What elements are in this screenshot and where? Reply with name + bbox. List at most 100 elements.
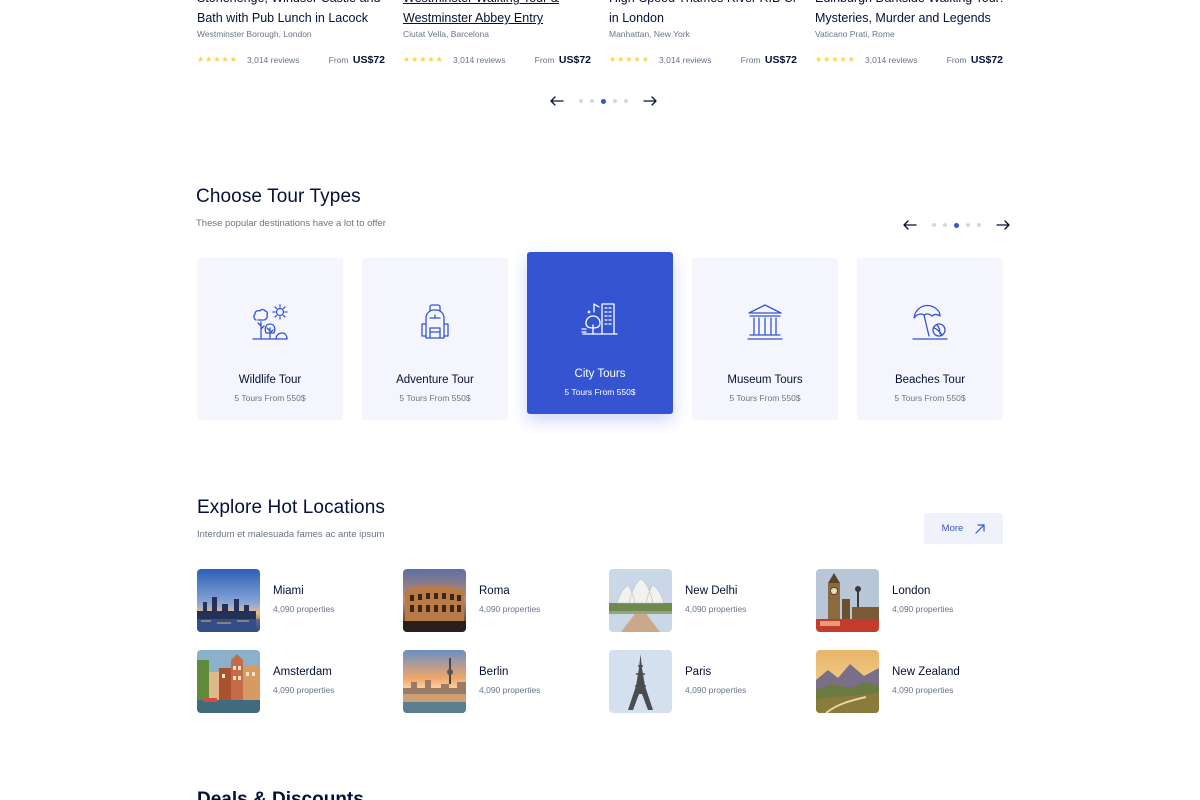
tour-meta: ★★★★★ 3,014 reviews From US$72 xyxy=(815,53,1003,67)
backpack-icon xyxy=(421,304,449,339)
more-button[interactable]: More xyxy=(924,513,1003,544)
tour-type-name: Museum Tours xyxy=(727,374,803,386)
pager-dot[interactable] xyxy=(613,98,617,103)
location-miami[interactable]: Miami 4,090 properties xyxy=(197,569,387,633)
pager-dot[interactable] xyxy=(932,222,936,227)
location-image xyxy=(403,650,466,713)
tour-location: Ciutat Vella, Barcelona xyxy=(403,29,489,39)
tour-title-line: Mysteries, Murder and Legends xyxy=(815,11,991,25)
rating-stars-icon: ★★★★★ xyxy=(609,55,650,64)
tour-title-line: Stonehenge, Windsor Castle and xyxy=(197,0,385,8)
review-count: 3,014 reviews xyxy=(865,55,918,65)
tour-location: Manhattan, New York xyxy=(609,29,690,39)
tour-title[interactable]: Edinburgh Darkside Walking Tour: Mysteri… xyxy=(815,0,1003,28)
tour-title-line: Edinburgh Darkside Walking Tour: xyxy=(815,0,1003,8)
tour-location: Vaticano Prati, Rome xyxy=(815,29,895,39)
next-arrow-icon[interactable] xyxy=(642,94,658,108)
tour-type-beaches[interactable]: Beaches Tour 5 Tours From 550$ xyxy=(857,258,1003,420)
location-new-zealand[interactable]: New Zealand 4,090 properties xyxy=(816,650,1006,714)
tour-type-adventure[interactable]: Adventure Tour 5 Tours From 550$ xyxy=(362,258,508,420)
pager-dot[interactable] xyxy=(579,98,583,103)
pager-dots xyxy=(932,222,981,228)
location-count: 4,090 properties xyxy=(479,604,541,614)
location-image xyxy=(609,569,672,632)
review-count: 3,014 reviews xyxy=(247,55,300,65)
rating-stars-icon: ★★★★★ xyxy=(197,55,238,64)
pager-dot-active[interactable] xyxy=(954,222,959,228)
location-count: 4,090 properties xyxy=(479,685,541,695)
section-subtitle-tour-types: These popular destinations have a lot to… xyxy=(196,218,386,229)
tour-card[interactable]: High-Speed Thames River RIB Cruise in Lo… xyxy=(609,0,797,66)
price-value: US$72 xyxy=(352,54,385,66)
prev-arrow-icon[interactable] xyxy=(549,94,565,108)
tour-type-name: Adventure Tour xyxy=(396,374,474,386)
rating-stars-icon: ★★★★★ xyxy=(815,55,856,64)
section-title-tour-types: Choose Tour Types xyxy=(196,186,361,207)
location-count: 4,090 properties xyxy=(273,604,335,614)
location-paris[interactable]: Paris 4,090 properties xyxy=(609,650,799,714)
pager-dot[interactable] xyxy=(966,222,970,227)
price-prefix: From xyxy=(534,55,555,65)
pager-dots xyxy=(579,98,628,104)
section-title-locations: Explore Hot Locations xyxy=(197,497,385,518)
tour-type-museum[interactable]: Museum Tours 5 Tours From 550$ xyxy=(692,258,838,420)
city-icon xyxy=(581,303,618,335)
tour-type-wildlife[interactable]: Wildlife Tour 5 Tours From 550$ xyxy=(197,258,343,420)
location-amsterdam[interactable]: Amsterdam 4,090 properties xyxy=(197,650,387,714)
location-name: Paris xyxy=(685,666,712,678)
rating-stars-icon: ★★★★★ xyxy=(403,55,444,64)
wildlife-icon xyxy=(252,304,288,340)
tour-title[interactable]: High-Speed Thames River RIB Cruise in Lo… xyxy=(609,0,797,28)
location-new-delhi[interactable]: New Delhi 4,090 properties xyxy=(609,569,799,633)
tour-card[interactable]: Westminster Walking Tour & Westminster A… xyxy=(403,0,591,66)
tour-meta: ★★★★★ 3,014 reviews From US$72 xyxy=(197,53,385,67)
location-count: 4,090 properties xyxy=(685,604,747,614)
tour-title-line: in London xyxy=(609,11,664,25)
next-arrow-icon[interactable] xyxy=(995,218,1011,232)
location-name: Amsterdam xyxy=(273,666,332,678)
location-image xyxy=(816,569,879,632)
section-subtitle-locations: Interdum et malesuada fames ac ante ipsu… xyxy=(197,529,385,540)
location-count: 4,090 properties xyxy=(892,685,954,695)
section-title-deals: Deals & Discounts xyxy=(197,789,364,800)
tour-types-pager xyxy=(902,218,1011,232)
pager-dot[interactable] xyxy=(590,98,594,103)
price-value: US$72 xyxy=(970,54,1003,66)
location-count: 4,090 properties xyxy=(685,685,747,695)
tour-location: Westminster Borough, London xyxy=(197,29,312,39)
tour-price: From US$72 xyxy=(535,53,591,67)
tour-type-count: 5 Tours From 550$ xyxy=(729,393,801,403)
arrow-up-right-icon xyxy=(975,523,985,534)
tours-pager xyxy=(549,94,658,108)
tour-price: From US$72 xyxy=(947,53,1003,67)
tour-type-city[interactable]: City Tours 5 Tours From 550$ xyxy=(527,252,673,414)
review-count: 3,014 reviews xyxy=(453,55,506,65)
prev-arrow-icon[interactable] xyxy=(902,218,918,232)
location-name: London xyxy=(892,585,931,597)
tour-type-count: 5 Tours From 550$ xyxy=(234,393,306,403)
pager-dot[interactable] xyxy=(943,222,947,227)
location-name: Berlin xyxy=(479,666,509,678)
location-roma[interactable]: Roma 4,090 properties xyxy=(403,569,593,633)
tour-card[interactable]: Edinburgh Darkside Walking Tour: Mysteri… xyxy=(815,0,1003,66)
location-count: 4,090 properties xyxy=(892,604,954,614)
tour-card[interactable]: Stonehenge, Windsor Castle and Bath with… xyxy=(197,0,385,66)
location-image xyxy=(403,569,466,632)
tour-price: From US$72 xyxy=(741,53,797,67)
tour-title[interactable]: Stonehenge, Windsor Castle and Bath with… xyxy=(197,0,385,28)
pager-dot[interactable] xyxy=(977,222,981,227)
location-image xyxy=(609,650,672,713)
tour-title-line: Westminster Walking Tour & xyxy=(403,0,591,8)
tour-type-name: Wildlife Tour xyxy=(238,374,302,386)
pager-dot-active[interactable] xyxy=(601,98,606,104)
pager-dot[interactable] xyxy=(624,98,628,103)
tour-title[interactable]: Westminster Walking Tour & Westminster A… xyxy=(403,0,591,28)
location-count: 4,090 properties xyxy=(273,685,335,695)
location-image xyxy=(197,650,260,713)
location-london[interactable]: London 4,090 properties xyxy=(816,569,1006,633)
tour-type-name: City Tours xyxy=(574,368,626,380)
location-name: Miami xyxy=(273,585,304,597)
price-value: US$72 xyxy=(558,54,591,66)
price-prefix: From xyxy=(740,55,761,65)
location-berlin[interactable]: Berlin 4,090 properties xyxy=(403,650,593,714)
